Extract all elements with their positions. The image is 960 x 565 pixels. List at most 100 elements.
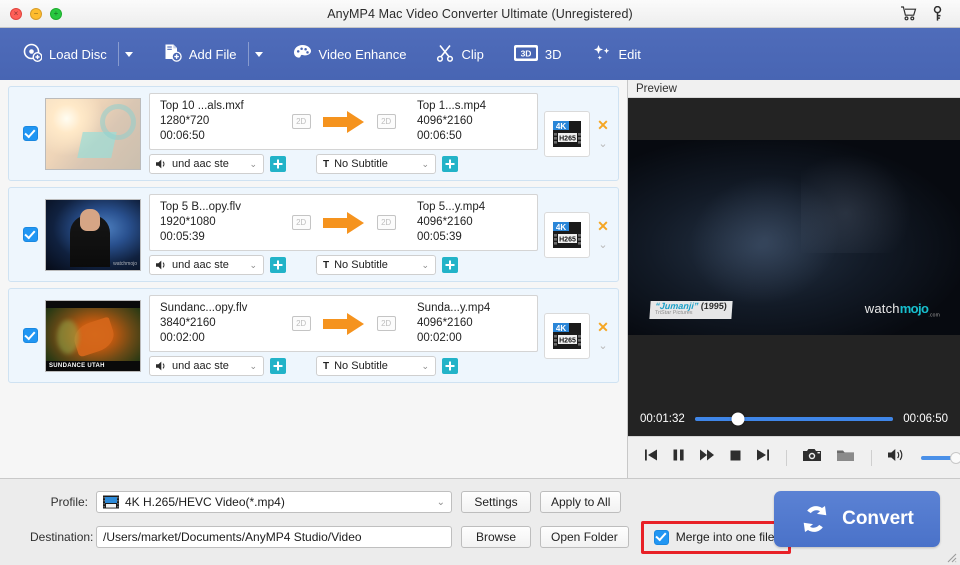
expand-row-button-2[interactable]: ⌄ xyxy=(598,239,607,251)
profile-select[interactable]: 4K H.265/HEVC Video(*.mp4) ⌄ xyxy=(96,491,452,513)
toolbar-load-disc-label: Load Disc xyxy=(49,46,107,62)
logo-brand: mojo xyxy=(899,301,929,316)
video-surface[interactable]: “Jumanji” (1995) TriStar Pictures watchm… xyxy=(628,98,960,402)
fast-forward-button[interactable] xyxy=(699,448,715,467)
previous-button[interactable] xyxy=(644,448,658,467)
speaker-icon xyxy=(156,159,165,169)
toolbar-add-file[interactable]: Add File xyxy=(154,37,246,71)
thumb-watermark-2: watchmojo xyxy=(113,260,137,267)
cart-icon[interactable] xyxy=(900,5,917,22)
source-name-1: Top 10 ...als.mxf xyxy=(160,100,244,112)
preview-header: Preview xyxy=(628,80,960,98)
add-subtitle-button-3[interactable] xyxy=(442,358,458,374)
open-folder-path-button[interactable]: Open Folder xyxy=(540,526,629,548)
volume-icon[interactable] xyxy=(887,448,905,467)
subtitle-select-2[interactable]: T No Subtitle ⌄ xyxy=(316,255,436,275)
audio-track-select-1[interactable]: und aac ste ⌄ xyxy=(149,154,264,174)
chevron-down-icon: ⌄ xyxy=(436,496,445,508)
convert-button-label: Convert xyxy=(842,508,914,529)
table-row[interactable]: watchmojo Top 5 B...opy.flv 1920*1080 00… xyxy=(8,187,619,282)
subtitle-select-3[interactable]: T No Subtitle ⌄ xyxy=(316,356,436,376)
expand-row-button-1[interactable]: ⌄ xyxy=(598,138,607,150)
add-file-dropdown-caret[interactable] xyxy=(247,42,270,66)
add-subtitle-button-1[interactable] xyxy=(442,156,458,172)
convert-arrow-icon-3 xyxy=(322,312,364,335)
next-button[interactable] xyxy=(756,448,770,467)
add-audio-button-1[interactable] xyxy=(270,156,286,172)
svg-text:3D: 3D xyxy=(520,48,531,58)
convert-arrow-icon-2 xyxy=(322,211,364,234)
format-badge-3[interactable]: 4K H265 xyxy=(544,312,590,359)
seek-bar[interactable]: 00:01:32 00:06:50 xyxy=(628,402,960,436)
file-add-icon xyxy=(163,43,182,65)
open-folder-button[interactable] xyxy=(836,448,855,468)
toolbar-clip-label: Clip xyxy=(461,46,484,62)
key-icon[interactable] xyxy=(931,5,944,22)
video-thumbnail-1[interactable] xyxy=(45,97,141,170)
table-row[interactable]: SUNDANCE UTAH Sundanc...opy.flv 3840*216… xyxy=(8,288,619,383)
remove-row-button-1[interactable]: ✕ xyxy=(597,118,609,132)
row-checkbox-1[interactable] xyxy=(15,126,45,141)
video-thumbnail-3[interactable]: SUNDANCE UTAH xyxy=(45,299,141,372)
target-resolution-2: 4096*2160 xyxy=(417,216,473,228)
target-resolution-3: 4096*2160 xyxy=(417,317,473,329)
merge-checkbox[interactable] xyxy=(653,529,669,545)
row-checkbox-2[interactable] xyxy=(15,227,45,242)
svg-text:H265: H265 xyxy=(559,236,576,243)
destination-input[interactable]: /Users/market/Documents/AnyMP4 Studio/Vi… xyxy=(96,526,452,548)
target-resolution-1: 4096*2160 xyxy=(417,115,473,127)
audio-track-select-3[interactable]: und aac ste ⌄ xyxy=(149,356,264,376)
audio-track-select-2[interactable]: und aac ste ⌄ xyxy=(149,255,264,275)
target-duration-3: 00:02:00 xyxy=(417,332,462,344)
add-audio-button-3[interactable] xyxy=(270,358,286,374)
current-time: 00:01:32 xyxy=(640,413,685,425)
row-info-1: Top 10 ...als.mxf 1280*720 00:06:50 2D 2… xyxy=(149,93,538,150)
toolbar-video-enhance-label: Video Enhance xyxy=(318,46,407,62)
add-audio-button-2[interactable] xyxy=(270,257,286,273)
file-list[interactable]: Top 10 ...als.mxf 1280*720 00:06:50 2D 2… xyxy=(0,80,628,478)
video-thumbnail-2[interactable]: watchmojo xyxy=(45,198,141,271)
toolbar-edit[interactable]: Edit xyxy=(583,38,650,71)
apply-to-all-button[interactable]: Apply to All xyxy=(540,491,622,513)
volume-slider[interactable] xyxy=(920,451,960,464)
browse-button[interactable]: Browse xyxy=(461,526,531,548)
resize-grip[interactable] xyxy=(944,550,957,563)
row-checkbox-3[interactable] xyxy=(15,328,45,343)
remove-row-button-3[interactable]: ✕ xyxy=(597,320,609,334)
convert-button[interactable]: Convert xyxy=(774,491,940,547)
toolbar-3d[interactable]: 3D 3D xyxy=(505,39,571,70)
subtitle-value-3: No Subtitle xyxy=(334,360,388,372)
toolbar-clip[interactable]: Clip xyxy=(427,38,492,71)
snapshot-button[interactable] xyxy=(802,447,822,468)
destination-value: /Users/market/Documents/AnyMP4 Studio/Vi… xyxy=(103,530,362,544)
app-window: × − + AnyMP4 Mac Video Converter Ultimat… xyxy=(0,0,960,565)
table-row[interactable]: Top 10 ...als.mxf 1280*720 00:06:50 2D 2… xyxy=(8,86,619,181)
target-2d-badge-1: 2D xyxy=(376,114,396,129)
subtitle-value-1: No Subtitle xyxy=(334,158,388,170)
stop-button[interactable] xyxy=(729,449,742,467)
expand-row-button-3[interactable]: ⌄ xyxy=(598,340,607,352)
subtitle-select-1[interactable]: T No Subtitle ⌄ xyxy=(316,154,436,174)
add-subtitle-button-2[interactable] xyxy=(442,257,458,273)
toolbar-load-disc[interactable]: Load Disc xyxy=(14,37,116,71)
target-meta-2: Top 5...y.mp4 4096*2160 00:05:39 xyxy=(417,200,527,245)
seek-knob[interactable] xyxy=(731,412,745,426)
target-name-1: Top 1...s.mp4 xyxy=(417,100,487,112)
volume-knob[interactable] xyxy=(950,451,960,464)
row-info-2: Top 5 B...opy.flv 1920*1080 00:05:39 2D … xyxy=(149,194,538,251)
format-badge-1[interactable]: 4K H265 xyxy=(544,110,590,157)
profile-label: Profile: xyxy=(50,495,88,509)
row-info-3: Sundanc...opy.flv 3840*2160 00:02:00 2D … xyxy=(149,295,538,352)
load-disc-dropdown-caret[interactable] xyxy=(117,42,140,66)
format-badge-2[interactable]: 4K H265 xyxy=(544,211,590,258)
playback-controls xyxy=(628,436,960,478)
target-duration-2: 00:05:39 xyxy=(417,231,462,243)
remove-row-button-2[interactable]: ✕ xyxy=(597,219,609,233)
pause-button[interactable] xyxy=(672,448,685,467)
overlay-studio: TriStar Pictures xyxy=(654,310,693,317)
settings-button[interactable]: Settings xyxy=(461,491,531,513)
seek-track[interactable] xyxy=(694,412,894,426)
merge-highlight-box: Merge into one file xyxy=(640,520,792,554)
toolbar-video-enhance[interactable]: Video Enhance xyxy=(284,38,416,71)
thumb-label-3: SUNDANCE UTAH xyxy=(49,362,105,369)
